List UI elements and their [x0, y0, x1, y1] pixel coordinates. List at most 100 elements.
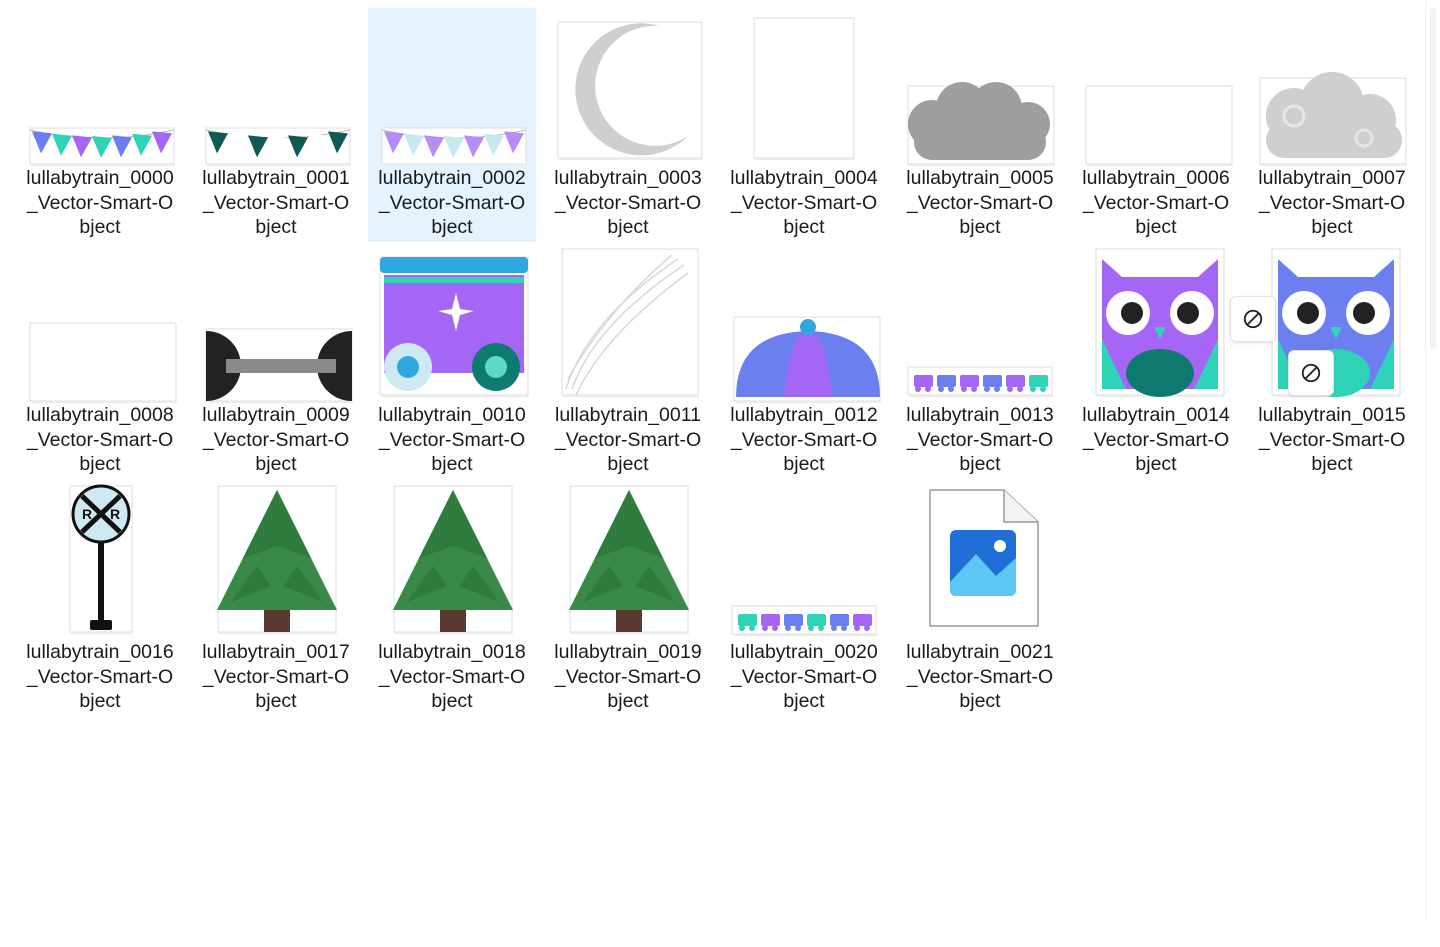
- file-name-line: bject: [959, 690, 1001, 712]
- file-name-line: bject: [255, 690, 297, 712]
- file-name-label: lullabytrain_0007 _Vector-Smart-O bject: [1248, 166, 1416, 240]
- scrollbar-thumb[interactable]: [1430, 8, 1436, 348]
- file-item[interactable]: lullabytrain_0002 _Vector-Smart-O bject: [368, 8, 536, 242]
- file-item[interactable]: lullabytrain_0021 _Vector-Smart-O bject: [896, 482, 1064, 716]
- file-name-line: _Vector-Smart-O: [906, 665, 1054, 688]
- file-item[interactable]: lullabytrain_0009 _Vector-Smart-O bject: [192, 245, 360, 479]
- file-item[interactable]: lullabytrain_0010 _Vector-Smart-O bject: [368, 245, 536, 479]
- file-name-line: lullabytrain_0010: [378, 404, 526, 426]
- file-name-line: bject: [607, 453, 649, 475]
- file-name-line: bject: [1311, 216, 1353, 238]
- file-name-line: lullabytrain_0009: [202, 404, 350, 426]
- file-item[interactable]: lullabytrain_0020 _Vector-Smart-O bject: [720, 482, 888, 716]
- file-name-line: _Vector-Smart-O: [202, 428, 350, 451]
- image-file-icon: [900, 486, 1060, 638]
- file-item[interactable]: lullabytrain_0000 _Vector-Smart-O bject: [16, 8, 184, 242]
- file-item[interactable]: lullabytrain_0013 _Vector-Smart-O bject: [896, 245, 1064, 479]
- file-name-line: lullabytrain_0015: [1258, 404, 1406, 426]
- svg-text:R: R: [110, 506, 120, 522]
- file-name-line: bject: [431, 453, 473, 475]
- file-item[interactable]: lullabytrain_0017 _Vector-Smart-O bject: [192, 482, 360, 716]
- file-name-line: _Vector-Smart-O: [378, 191, 526, 214]
- file-name-line: lullabytrain_0014: [1082, 404, 1230, 426]
- file-name-line: _Vector-Smart-O: [730, 665, 878, 688]
- swirl-cloud-thumbnail: [1252, 12, 1412, 166]
- file-name-line: bject: [607, 690, 649, 712]
- file-name-line: _Vector-Smart-O: [26, 665, 174, 688]
- file-name-label: lullabytrain_0017 _Vector-Smart-O bject: [192, 640, 360, 714]
- svg-text:R: R: [82, 506, 92, 522]
- file-name-label: lullabytrain_0013 _Vector-Smart-O bject: [896, 403, 1064, 477]
- file-name-label: lullabytrain_0020 _Vector-Smart-O bject: [720, 640, 888, 714]
- file-item[interactable]: lullabytrain_0001 _Vector-Smart-O bject: [192, 8, 360, 242]
- file-name-label: lullabytrain_0021 _Vector-Smart-O bject: [896, 640, 1064, 714]
- file-name-line: bject: [783, 690, 825, 712]
- file-name-label: lullabytrain_0012 _Vector-Smart-O bject: [720, 403, 888, 477]
- file-item[interactable]: lullabytrain_0019 _Vector-Smart-O bject: [544, 482, 712, 716]
- file-name-line: _Vector-Smart-O: [26, 428, 174, 451]
- file-name-label: lullabytrain_0015 _Vector-Smart-O bject: [1248, 403, 1416, 477]
- file-name-label: lullabytrain_0008 _Vector-Smart-O bject: [16, 403, 184, 477]
- file-name-label: lullabytrain_0011 _Vector-Smart-O bject: [544, 403, 712, 477]
- file-name-line: bject: [79, 216, 121, 238]
- file-name-line: lullabytrain_0008: [26, 404, 174, 426]
- file-name-line: _Vector-Smart-O: [730, 191, 878, 214]
- file-item[interactable]: lullabytrain_0004 _Vector-Smart-O bject: [720, 8, 888, 242]
- file-name-line: bject: [783, 216, 825, 238]
- file-item[interactable]: lullabytrain_0008 _Vector-Smart-O bject: [16, 245, 184, 479]
- file-item[interactable]: lullabytrain_0007 _Vector-Smart-O bject: [1248, 8, 1416, 242]
- train-car-thumbnail: [372, 249, 532, 401]
- file-item[interactable]: lullabytrain_0012 _Vector-Smart-O bject: [720, 245, 888, 479]
- file-item[interactable]: lullabytrain_0003 _Vector-Smart-O bject: [544, 8, 712, 242]
- file-item[interactable]: R Rlullabytrain_0016 _Vector-Smart-O bject: [16, 482, 184, 716]
- file-name-line: lullabytrain_0018: [378, 641, 526, 663]
- bunting-dark-teal-thumbnail: [196, 12, 356, 166]
- file-name-line: lullabytrain_0013: [906, 404, 1054, 426]
- dome-thumbnail: [724, 249, 884, 403]
- file-name-line: lullabytrain_0017: [202, 641, 350, 663]
- file-item[interactable]: lullabytrain_0011 _Vector-Smart-O bject: [544, 245, 712, 479]
- vertical-scrollbar[interactable]: [1425, 0, 1440, 920]
- file-item[interactable]: lullabytrain_0018 _Vector-Smart-O bject: [368, 482, 536, 716]
- file-name-line: bject: [79, 453, 121, 475]
- file-name-line: _Vector-Smart-O: [26, 191, 174, 214]
- blank-landscape-thumbnail: [20, 249, 180, 403]
- bunting-purple-thumbnail: [372, 12, 532, 166]
- file-item[interactable]: lullabytrain_0006 _Vector-Smart-O bject: [1072, 8, 1240, 242]
- file-name-label: lullabytrain_0016 _Vector-Smart-O bject: [16, 640, 184, 714]
- file-icon-grid: lullabytrain_0000 _Vector-Smart-O bject lul…: [8, 8, 1418, 908]
- file-name-label: lullabytrain_0001 _Vector-Smart-O bject: [192, 166, 360, 240]
- file-name-line: lullabytrain_0020: [730, 641, 878, 663]
- file-item[interactable]: lullabytrain_0014 _Vector-Smart-O bject: [1072, 245, 1240, 479]
- file-name-line: _Vector-Smart-O: [906, 428, 1054, 451]
- pine-tree-thumbnail: [196, 485, 356, 638]
- file-name-label: lullabytrain_0002 _Vector-Smart-O bject: [368, 166, 536, 240]
- file-name-label: lullabytrain_0005 _Vector-Smart-O bject: [896, 166, 1064, 240]
- file-name-line: _Vector-Smart-O: [906, 191, 1054, 214]
- file-name-line: bject: [79, 690, 121, 712]
- file-item[interactable]: lullabytrain_0005 _Vector-Smart-O bject: [896, 8, 1064, 242]
- file-name-line: lullabytrain_0005: [906, 167, 1054, 189]
- file-name-line: lullabytrain_0011: [555, 404, 701, 426]
- purple-train-thumbnail: [900, 249, 1060, 401]
- crescent-moon-thumbnail: [548, 12, 708, 164]
- file-name-line: lullabytrain_0004: [730, 167, 878, 189]
- file-name-line: bject: [1311, 453, 1353, 475]
- grey-cloud-thumbnail: [900, 12, 1060, 166]
- file-name-line: bject: [1135, 216, 1177, 238]
- file-name-line: lullabytrain_0006: [1082, 167, 1230, 189]
- teal-train-thumbnail: [724, 486, 884, 638]
- file-name-line: _Vector-Smart-O: [202, 665, 350, 688]
- blocked-icon: [1230, 296, 1276, 342]
- file-name-line: _Vector-Smart-O: [202, 191, 350, 214]
- file-name-line: _Vector-Smart-O: [554, 191, 702, 214]
- file-name-line: _Vector-Smart-O: [378, 428, 526, 451]
- file-name-line: bject: [255, 453, 297, 475]
- file-name-line: lullabytrain_0012: [730, 404, 878, 426]
- file-name-line: lullabytrain_0002: [378, 167, 526, 189]
- blank-portrait-thumbnail: [724, 12, 884, 164]
- file-name-label: lullabytrain_0006 _Vector-Smart-O bject: [1072, 166, 1240, 240]
- file-name-line: bject: [959, 216, 1001, 238]
- file-name-line: _Vector-Smart-O: [1258, 428, 1406, 451]
- pine-tree-thumbnail: [548, 485, 708, 638]
